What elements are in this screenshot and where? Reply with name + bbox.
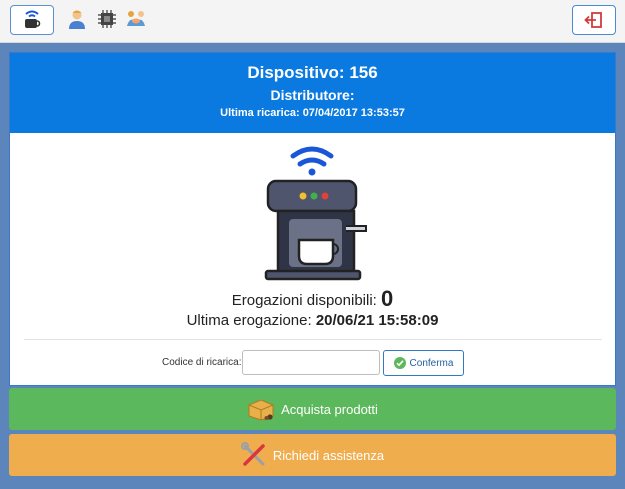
coffee-machine-icon xyxy=(264,146,367,281)
available-dispenses: Erogazioni disponibili: 0 xyxy=(10,286,615,312)
request-assistance-button[interactable]: Richiedi assistenza xyxy=(9,434,616,476)
top-toolbar xyxy=(0,0,625,43)
divider xyxy=(24,339,602,340)
check-icon xyxy=(393,357,406,369)
user-icon[interactable] xyxy=(66,8,88,30)
recharge-code-label: Codice di ricarica: xyxy=(162,357,242,368)
device-header: Dispositivo: 156 Distributore: Ultima ri… xyxy=(10,53,615,133)
coffee-device-button[interactable] xyxy=(10,5,54,35)
exit-icon xyxy=(584,12,602,28)
last-dispense-label: Ultima erogazione: xyxy=(186,312,312,329)
coffee-wifi-icon xyxy=(25,10,41,28)
buy-products-button[interactable]: Acquista prodotti xyxy=(9,388,616,430)
device-title: Dispositivo: 156 xyxy=(247,63,378,82)
request-assistance-label: Richiedi assistenza xyxy=(272,447,385,463)
available-label: Erogazioni disponibili: xyxy=(231,292,377,309)
last-recharge: Ultima ricarica: 07/04/2017 13:53:57 xyxy=(220,107,405,119)
handshake-icon[interactable] xyxy=(125,8,147,30)
confirm-button[interactable]: Conferma xyxy=(383,350,464,376)
last-dispense-value: 20/06/21 15:58:09 xyxy=(315,312,439,329)
recharge-code-input[interactable] xyxy=(242,350,380,375)
package-icon xyxy=(248,399,274,421)
confirm-label: Conferma xyxy=(409,357,454,369)
chip-icon[interactable] xyxy=(96,8,118,30)
tools-icon xyxy=(240,442,265,466)
device-panel: Dispositivo: 156 Distributore: Ultima ri… xyxy=(9,52,616,386)
available-value: 0 xyxy=(381,286,394,311)
logout-button[interactable] xyxy=(572,5,616,35)
last-dispense: Ultima erogazione: 20/06/21 15:58:09 xyxy=(10,312,615,329)
buy-products-label: Acquista prodotti xyxy=(281,401,378,417)
distributor-label: Distributore: xyxy=(270,87,355,103)
